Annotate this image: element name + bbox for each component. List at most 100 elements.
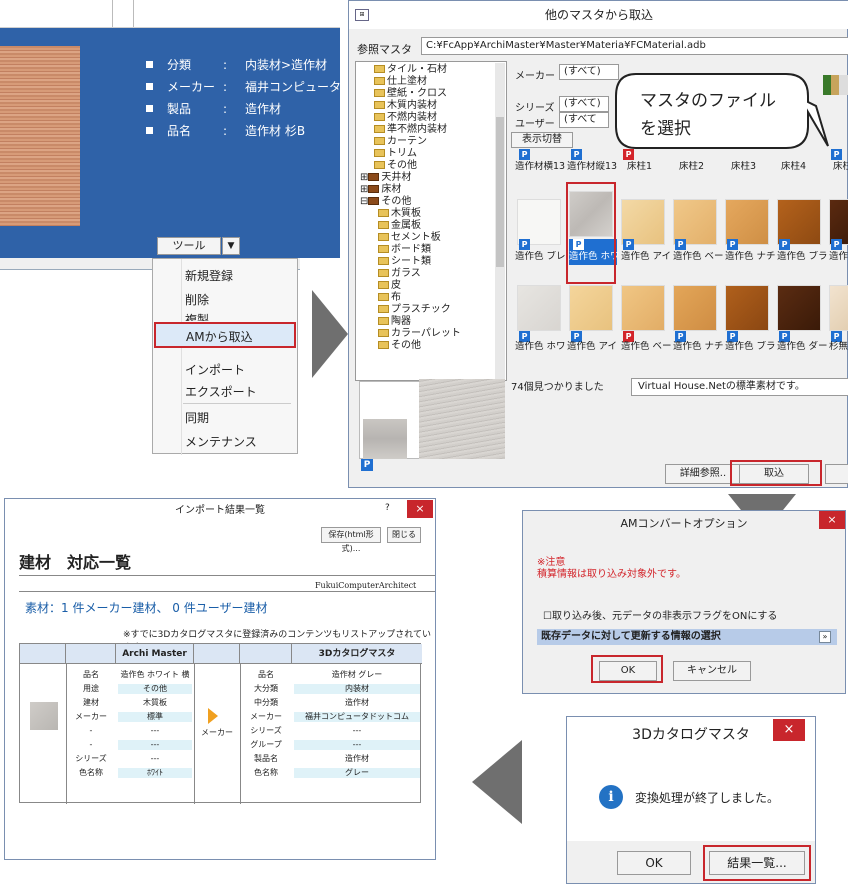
am-value: 木質板 [143,698,167,707]
tree-item[interactable]: ⊞ 床材 [360,184,401,196]
tool-button[interactable]: ツール [157,237,221,255]
hide-flag-checkbox[interactable]: ☐取り込み後、元データの非表示フラグをONにする [543,607,777,622]
partial-button[interactable] [825,464,848,484]
catalog-dialog: 3Dカタログマスタ × i 変換処理が終了しました。 OK 結果一覧... [566,716,816,884]
result-count: 74個見つかりました [511,382,604,393]
menu-item-duplicate[interactable]: 複製 [185,311,209,321]
tree-item[interactable]: ⊞ 天井材 [360,172,411,184]
close-icon[interactable]: × [407,500,433,518]
cat-key: メーカー [250,712,282,721]
menu-item-delete[interactable]: 削除 [185,291,209,308]
cat-value: グレー [294,768,420,778]
am-key: 用途 [83,684,99,693]
tree-item[interactable]: 陶器 [378,316,411,328]
tree-item[interactable]: タイル・石材 [374,64,447,76]
material-thumbnail[interactable] [569,285,613,331]
tree-item[interactable]: トリム [374,148,417,160]
menu-item-export[interactable]: エクスポート [185,383,257,400]
tree-item[interactable]: セメント板 [378,232,441,244]
p-badge-icon: P [831,149,842,160]
thumb-label: 造作色 ナチュラル 横 [725,251,775,262]
chevron-down-icon[interactable]: ▼ [222,237,240,255]
thumb-label: 造作色 ホワイト 縦 [515,341,565,352]
help-icon[interactable]: ? [385,503,390,513]
am-key: 品名 [83,670,99,679]
tree-item[interactable]: カラーパレット [378,328,461,340]
menu-item-am-import[interactable]: AMから取込 [154,322,296,348]
view-toggle-button[interactable]: 表示切替 [511,132,573,148]
menu-item-new[interactable]: 新規登録 [185,267,233,284]
material-thumbnail[interactable] [829,285,848,331]
close-button[interactable]: 閉じる [387,527,421,543]
master-path-field[interactable]: C:¥FcApp¥ArchiMaster¥Master¥Materia¥FCMa… [421,37,848,55]
menu-item-sync[interactable]: 同期 [185,409,209,426]
summary-text: 素材：1 件メーカー建材、 0 件ユーザー建材 [25,601,268,615]
tree-item[interactable]: ガラス [378,268,421,280]
am-value: ﾎﾜｲﾄ [118,768,192,778]
app-icon: ⊞ [355,9,369,21]
expand-icon[interactable]: » [819,631,831,643]
selection-outline [566,182,616,284]
thumb-label: 床柱1 [627,161,653,172]
tool-menu: 新規登録 削除 複製 インポート エクスポート 同期 メンテナンス [152,258,298,455]
tree-item[interactable]: 壁紙・クロス [374,88,447,100]
tree-item[interactable]: その他 [378,340,421,352]
tree-item[interactable]: その他 [374,160,417,172]
menu-separator [183,403,291,404]
p-badge-icon: P [361,459,373,471]
tree-item[interactable]: プラスチック [378,304,451,316]
tree-item[interactable]: 準不燃内装材 [374,124,447,136]
cat-value: --- [352,726,362,735]
material-thumbnail[interactable] [725,285,769,331]
ok-button[interactable]: OK [617,851,691,875]
p-badge-icon: P [519,239,530,250]
tree-item[interactable]: 木質板 [378,208,421,220]
am-value: その他 [118,684,192,694]
material-thumbnail[interactable] [517,285,561,331]
scrollbar-thumb[interactable] [496,117,504,267]
map-arrow-icon [208,708,218,724]
divider [19,591,435,592]
p-badge-icon: P [519,149,530,160]
table-header [240,644,292,664]
thumb-label: 杉無垢 横 [829,341,848,352]
am-key: - [89,740,93,749]
preview-thumbnail [363,419,407,459]
menu-item-import[interactable]: インポート [185,361,245,378]
save-html-button[interactable]: 保存(html形式)... [321,527,381,553]
update-section-header[interactable]: 既存データに対して更新する情報の選択 [537,629,837,645]
close-icon[interactable]: × [773,719,805,741]
menu-item-maintenance[interactable]: メンテナンス [185,433,257,450]
cat-value: --- [294,740,420,750]
tree-item[interactable]: 金属板 [378,220,421,232]
cancel-button[interactable]: キャンセル [673,661,751,681]
category-tree[interactable]: タイル・石材 仕上塗材 壁紙・クロス 木質内装材 不燃内装材 準不燃内装材 カー… [355,61,507,381]
material-thumbnail[interactable] [777,285,821,331]
am-value: --- [150,754,160,763]
tree-item[interactable]: 仕上塗材 [374,76,427,88]
thumb-label: 造作色 ブラウン 縦 [725,341,775,352]
tree-item[interactable]: 不燃内装材 [374,112,437,124]
result-list-highlight [703,845,811,881]
tree-item[interactable]: 皮 [378,280,401,292]
dialog-title: 他のマスタから取込 [349,1,848,29]
tree-item[interactable]: シート類 [378,256,431,268]
result-dialog: インポート結果一覧 ? × 保存(html形式)... 閉じる 建材 対応一覧 … [4,498,436,860]
arrow-left-icon [472,740,522,824]
tree-item[interactable]: ボード類 [378,244,431,256]
menu-item-am-import-label: AMから取込 [186,330,253,344]
thumb-label: 造作色 ダークブ [829,251,848,262]
close-icon[interactable]: × [819,511,845,529]
am-key: - [89,726,93,735]
thumb-label: 床柱4 [781,161,807,172]
tree-item[interactable]: 布 [378,292,401,304]
tree-item[interactable]: ⊟ その他 [360,196,411,208]
tree-item[interactable]: カーテン [374,136,427,148]
thumb-label: 造作色 ブラウン 横 [777,251,827,262]
tree-item[interactable]: 木質内装材 [374,100,437,112]
dialog-footer: OK 結果一覧... [567,841,815,883]
convert-dialog: AMコンバートオプション × ※注意 積算情報は取り込み対象外です。 ☐取り込み… [522,510,846,694]
material-thumbnail[interactable] [673,285,717,331]
material-thumbnail[interactable] [621,285,665,331]
cat-value: 造作材 [345,754,369,763]
